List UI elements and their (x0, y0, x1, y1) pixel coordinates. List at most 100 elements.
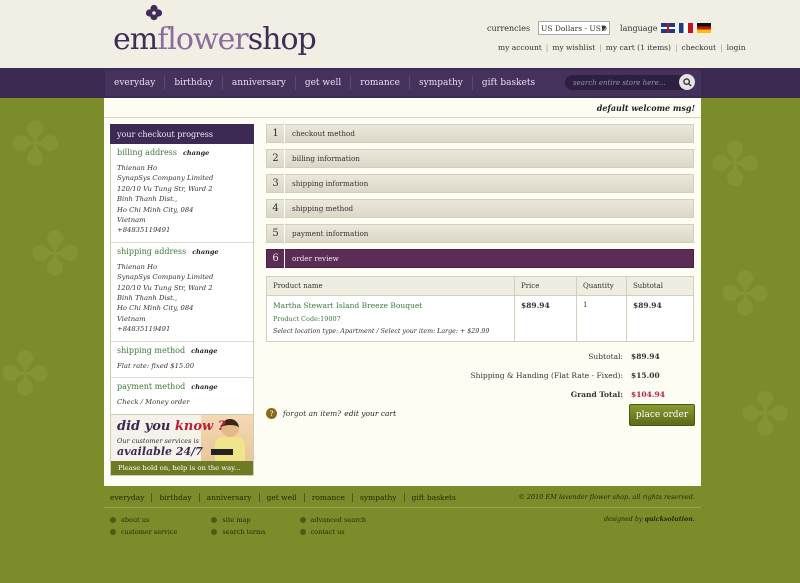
divider (104, 117, 701, 118)
step-shipping-method[interactable]: 4 shipping method (266, 199, 694, 218)
uk-flag-icon[interactable] (661, 23, 676, 33)
clover-decoration-icon: ✤ (0, 340, 51, 410)
step-label: billing information (292, 154, 360, 163)
germany-flag-icon[interactable] (697, 23, 712, 33)
nav-item-anniversary[interactable]: anniversary (223, 76, 296, 90)
place-order-button[interactable]: place order (629, 404, 695, 426)
footer-link-everyday[interactable]: everyday (104, 492, 153, 502)
welcome-message: default welcome msg! (596, 103, 695, 113)
column-header-subtotal: Subtotal (633, 282, 664, 290)
nav-item-get-well[interactable]: get well (296, 76, 352, 90)
bullet-icon (110, 529, 116, 535)
bullet-icon (110, 517, 116, 523)
designed-prefix: designed by (603, 516, 643, 523)
france-flag-icon[interactable] (679, 23, 694, 33)
column-header-product: Product name (267, 277, 515, 295)
footer-divider (104, 507, 701, 508)
shipping-address-section: shipping address change Thienan Ho SynapS… (111, 243, 253, 342)
nav-item-birthday[interactable]: birthday (165, 76, 223, 90)
payment-method-title: payment method (117, 382, 186, 392)
shipping-value: $15.00 (631, 371, 660, 380)
main-content: default welcome msg! your checkout progr… (104, 98, 701, 486)
footer-link-anniversary[interactable]: anniversary (200, 492, 260, 502)
footer-link-label: site map (222, 516, 251, 524)
subtotal-label: Subtotal: (588, 352, 623, 361)
footer-link-about-us[interactable]: about us (110, 514, 177, 526)
language-label: language (620, 23, 658, 33)
change-billing-link[interactable]: change (183, 149, 209, 157)
shipping-address-title: shipping address (117, 246, 187, 256)
currency-select[interactable]: US Dollars - USD ▼ (538, 21, 611, 35)
footer-link-site-map[interactable]: site map (211, 514, 265, 526)
step-label: checkout method (292, 129, 355, 138)
separator: | (599, 43, 602, 52)
address-line: +84835119491 (117, 226, 171, 235)
address-line: Vietnam (117, 216, 146, 225)
address-line: Ho Chi Minh City, 084 (117, 304, 194, 313)
footer-link-advanced-search[interactable]: advanced search (299, 514, 366, 526)
change-method-link[interactable]: change (191, 347, 217, 355)
table-header-row: Product name Price Quantity Subtotal (267, 277, 693, 296)
checkout-link[interactable]: checkout (682, 43, 717, 52)
logo-shop: shop (247, 22, 317, 57)
step-shipping-information[interactable]: 3 shipping information (266, 174, 694, 193)
laptop-icon (211, 449, 233, 455)
billing-address-title: billing address (117, 148, 177, 157)
help-bar-text: Please hold on, help is on the way... (111, 461, 253, 475)
nav-item-sympathy[interactable]: sympathy (410, 76, 473, 90)
copyright-text: © 2010 EM lavender flower shop. all righ… (518, 493, 695, 501)
checkout-progress-sidebar: your checkout progress billing address ch… (110, 124, 254, 415)
currency-language-bar: currencies US Dollars - USD ▼ language (487, 21, 712, 35)
footer-link-gift-baskets[interactable]: gift baskets (405, 493, 463, 502)
product-cell: Martha Stewart Island Breeze Bouquet Pro… (267, 296, 515, 341)
bullet-icon (299, 517, 306, 523)
step-number: 1 (267, 124, 285, 143)
bullet-icon (211, 529, 218, 535)
change-payment-link[interactable]: change (191, 383, 217, 391)
clover-decoration-icon: ✤ (740, 380, 791, 450)
forgot-item-text: forgot an item? (283, 409, 342, 418)
search-button[interactable] (679, 74, 695, 90)
did-you-text: did you (117, 419, 171, 434)
shipping-row: Shipping & Handing (Flat Rate - Fixed): … (431, 371, 663, 380)
column-header-price: Price (515, 277, 577, 295)
product-name[interactable]: Martha Stewart Island Breeze Bouquet (273, 301, 508, 310)
step-order-review[interactable]: 6 order review (266, 249, 694, 268)
login-link[interactable]: login (727, 43, 746, 52)
help-banner[interactable]: did you know ? Our customer services is … (110, 414, 254, 476)
my-cart-link[interactable]: my cart (1 items) (606, 43, 671, 52)
subtotal-value: $89.94 (631, 352, 660, 361)
footer-link-customer-service[interactable]: customer service (110, 526, 177, 538)
my-wishlist-link[interactable]: my wishlist (552, 43, 595, 52)
step-label: shipping method (292, 204, 354, 213)
step-billing-information[interactable]: 2 billing information (266, 149, 694, 168)
footer-link-romance[interactable]: romance (305, 492, 353, 502)
step-label: payment information (292, 229, 369, 238)
designer-link[interactable]: quicksolution. (644, 516, 695, 523)
product-code: Product Code:19007 (273, 315, 341, 323)
nav-item-gift-baskets[interactable]: gift baskets (473, 76, 544, 90)
step-payment-information[interactable]: 5 payment information (266, 224, 694, 243)
my-account-link[interactable]: my account (498, 43, 542, 52)
nav-item-everyday[interactable]: everyday (105, 76, 166, 90)
subtotal-cell: $89.94 (633, 301, 662, 310)
footer-link-contact-us[interactable]: contact us (299, 526, 366, 538)
step-number: 4 (267, 199, 285, 218)
footer-link-label: search terms (222, 528, 266, 536)
footer-link-label: customer service (121, 528, 178, 536)
footer-link-get-well[interactable]: get well (260, 492, 305, 502)
footer-link-sympathy[interactable]: sympathy (353, 492, 405, 502)
search-input[interactable]: search entire store here... (565, 74, 695, 90)
footer-link-search-terms[interactable]: search terms (211, 526, 266, 538)
step-checkout-method[interactable]: 1 checkout method (266, 124, 694, 143)
nav-item-romance[interactable]: romance (351, 76, 410, 90)
address-line: Thienan Ho (117, 164, 158, 172)
address-line: Vietnam (117, 314, 146, 323)
edit-cart-link[interactable]: edit your cart (344, 409, 396, 418)
address-line: SynapSys Company Limited (117, 174, 214, 183)
footer-link-birthday[interactable]: birthday (152, 492, 200, 502)
site-logo[interactable]: emflowershop (113, 22, 317, 57)
grand-total-label: Grand Total: (570, 390, 623, 399)
change-shipping-link[interactable]: change (192, 248, 218, 256)
footer-column: about us customer service (110, 514, 177, 538)
